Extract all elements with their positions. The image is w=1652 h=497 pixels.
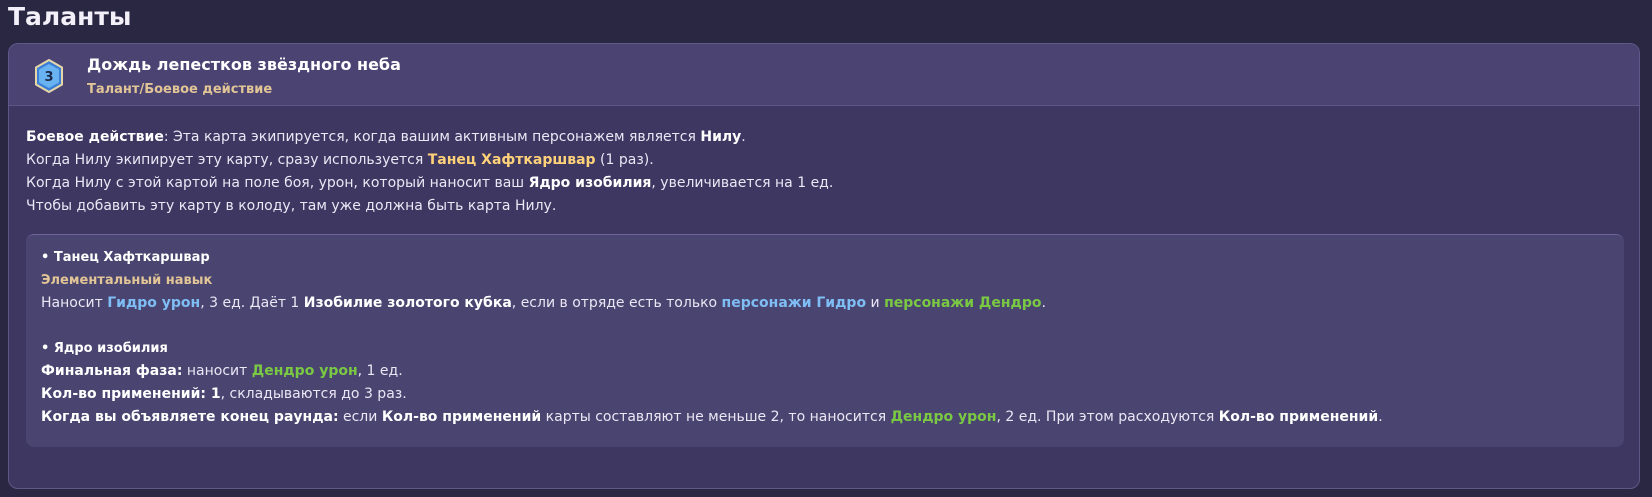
desc-line-3: Когда Нилу с этой картой на поле боя, ур… bbox=[26, 172, 1622, 195]
talent-card: 3 Дождь лепестков звёздного неба Талант/… bbox=[8, 43, 1640, 489]
dendro-characters: персонажи Дендро bbox=[884, 295, 1042, 311]
core-line-3: Когда вы объявляете конец раунда: если К… bbox=[41, 406, 1609, 429]
keyword: Боевое действие bbox=[26, 129, 164, 145]
text: Когда Нилу экипирует эту карту, сразу ис… bbox=[26, 152, 428, 168]
desc-line-2: Когда Нилу экипирует эту карту, сразу ис… bbox=[26, 149, 1622, 172]
skill-description: Наносит Гидро урон, 3 ед. Даёт 1 Изобили… bbox=[41, 292, 1609, 315]
core-line-1: Финальная фаза: наносит Дендро урон, 1 е… bbox=[41, 360, 1609, 383]
text: . bbox=[1041, 295, 1046, 311]
keyword: Финальная фаза: bbox=[41, 363, 183, 379]
text: карты составляют не меньше 2, то наносит… bbox=[541, 409, 891, 425]
text: Наносит bbox=[41, 295, 108, 311]
skill-title: • Танец Хафткаршвар bbox=[41, 250, 210, 265]
card-header: 3 Дождь лепестков звёздного неба Талант/… bbox=[9, 44, 1639, 106]
text: , если в отряде есть только bbox=[511, 295, 722, 311]
skill-type: Элементальный навык bbox=[41, 273, 213, 288]
text: . bbox=[741, 129, 746, 145]
text: . bbox=[1378, 409, 1383, 425]
text: , 1 ед. bbox=[357, 363, 403, 379]
card-name: Дождь лепестков звёздного неба bbox=[87, 55, 401, 74]
section-title: Таланты bbox=[8, 2, 132, 31]
keyword: Изобилие золотого кубка bbox=[303, 295, 512, 311]
text: , 3 ед. Даёт 1 bbox=[200, 295, 304, 311]
hydro-dmg: Гидро урон bbox=[107, 295, 201, 311]
text: : Эта карта экипируется, когда вашим акт… bbox=[163, 129, 701, 145]
dendro-dmg: Дендро урон bbox=[890, 409, 997, 425]
text: , складываются до 3 раз. bbox=[220, 386, 407, 402]
desc-line-4: Чтобы добавить эту карту в колоду, там у… bbox=[26, 198, 557, 214]
keyword: Кол-во применений bbox=[1218, 409, 1379, 425]
keyword: Когда вы объявляете конец раунда: bbox=[41, 409, 339, 425]
hydro-dice-icon: 3 bbox=[35, 59, 63, 93]
text: (1 раз). bbox=[595, 152, 654, 168]
details-panel: • Танец Хафткаршвар Элементальный навык … bbox=[26, 234, 1624, 447]
text: Когда Нилу с этой картой на поле боя, ур… bbox=[26, 175, 529, 191]
dendro-dmg: Дендро урон bbox=[251, 363, 358, 379]
text: , 2 ед. При этом расходуются bbox=[996, 409, 1219, 425]
desc-line-1: Боевое действие: Эта карта экипируется, … bbox=[26, 126, 1622, 149]
hydro-characters: персонажи Гидро bbox=[721, 295, 867, 311]
keyword: Кол-во применений bbox=[381, 409, 542, 425]
text: , увеличивается на 1 ед. bbox=[651, 175, 834, 191]
keyword: Ядро изобилия bbox=[528, 175, 652, 191]
core-title: • Ядро изобилия bbox=[41, 341, 168, 356]
text: наносит bbox=[182, 363, 252, 379]
skill-link[interactable]: Танец Хафткаршвар bbox=[428, 152, 596, 168]
character-name: Нилу bbox=[700, 129, 742, 145]
text: и bbox=[866, 295, 885, 311]
text: если bbox=[338, 409, 382, 425]
card-description: Боевое действие: Эта карта экипируется, … bbox=[26, 126, 1622, 218]
keyword: Кол-во применений: 1 bbox=[41, 386, 221, 402]
cost-value: 3 bbox=[44, 70, 53, 85]
core-line-2: Кол-во применений: 1, складываются до 3 … bbox=[41, 383, 1609, 406]
card-type: Талант/Боевое действие bbox=[87, 82, 273, 97]
